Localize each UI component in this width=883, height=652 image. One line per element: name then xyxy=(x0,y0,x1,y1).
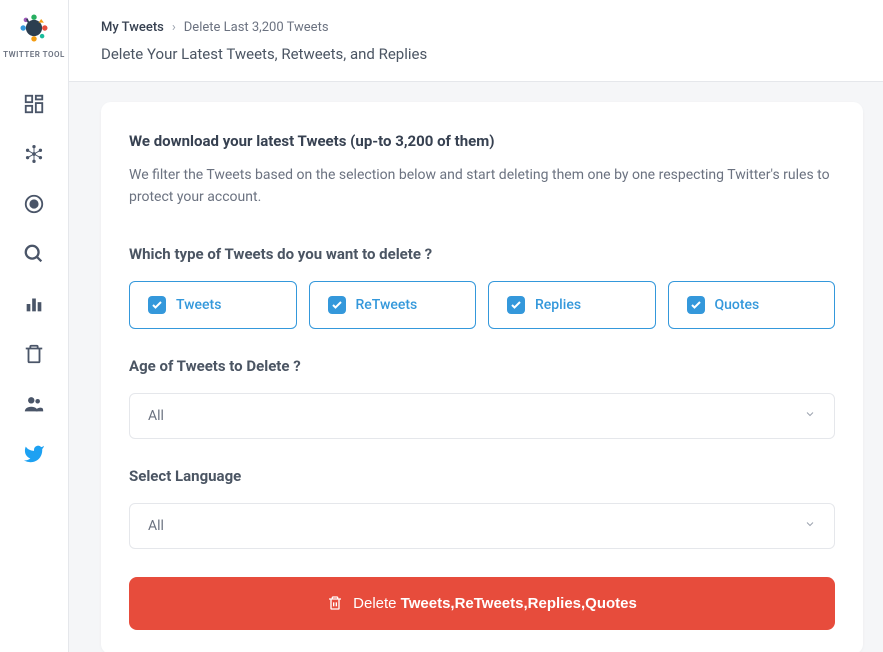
option-label: ReTweets xyxy=(356,297,418,313)
network-icon xyxy=(23,143,45,165)
trash-icon xyxy=(327,595,343,611)
option-label: Replies xyxy=(535,297,581,313)
age-select-value: All xyxy=(148,408,164,424)
tweet-type-label: Which type of Tweets do you want to dele… xyxy=(129,245,835,263)
nav-dashboard[interactable] xyxy=(0,79,68,129)
delete-button[interactable]: Delete Tweets,ReTweets,Replies,Quotes xyxy=(129,577,835,630)
sidebar: TWITTER TOOL xyxy=(0,0,68,652)
checkbox-checked-icon xyxy=(507,296,525,314)
language-label: Select Language xyxy=(129,467,835,485)
page-title: Delete Your Latest Tweets, Retweets, and… xyxy=(101,45,851,63)
age-label: Age of Tweets to Delete ? xyxy=(129,357,835,375)
option-replies[interactable]: Replies xyxy=(488,281,656,329)
logo[interactable]: TWITTER TOOL xyxy=(3,10,65,59)
checkbox-checked-icon xyxy=(328,296,346,314)
option-tweets[interactable]: Tweets xyxy=(129,281,297,329)
nav-network[interactable] xyxy=(0,129,68,179)
breadcrumb: My Tweets › Delete Last 3,200 Tweets xyxy=(101,20,851,35)
card-heading: We download your latest Tweets (up-to 3,… xyxy=(129,132,835,150)
twitter-icon xyxy=(23,443,45,465)
breadcrumb-current: Delete Last 3,200 Tweets xyxy=(184,20,329,35)
search-icon xyxy=(23,243,45,265)
nav-twitter[interactable] xyxy=(0,429,68,479)
main-content: My Tweets › Delete Last 3,200 Tweets Del… xyxy=(68,0,883,652)
trash-icon xyxy=(23,343,45,365)
language-select-value: All xyxy=(148,518,164,534)
users-icon xyxy=(23,393,45,415)
chevron-right-icon: › xyxy=(172,20,176,35)
breadcrumb-root[interactable]: My Tweets xyxy=(101,20,164,35)
nav-users[interactable] xyxy=(0,379,68,429)
delete-button-label: Delete Tweets,ReTweets,Replies,Quotes xyxy=(353,595,637,612)
dashboard-icon xyxy=(23,93,45,115)
nav-search[interactable] xyxy=(0,229,68,279)
checkbox-checked-icon xyxy=(687,296,705,314)
bar-chart-icon xyxy=(23,293,45,315)
tweet-type-options: Tweets ReTweets Replies xyxy=(129,281,835,329)
logo-text: TWITTER TOOL xyxy=(3,50,65,59)
option-label: Tweets xyxy=(176,297,221,313)
page-header: My Tweets › Delete Last 3,200 Tweets Del… xyxy=(69,0,883,82)
nav-delete[interactable] xyxy=(0,329,68,379)
checkbox-checked-icon xyxy=(148,296,166,314)
chevron-down-icon xyxy=(804,518,816,534)
option-label: Quotes xyxy=(715,297,760,313)
content-area: We download your latest Tweets (up-to 3,… xyxy=(69,82,883,652)
chevron-down-icon xyxy=(804,408,816,424)
option-retweets[interactable]: ReTweets xyxy=(309,281,477,329)
language-select[interactable]: All xyxy=(129,503,835,549)
target-icon xyxy=(23,193,45,215)
nav-target[interactable] xyxy=(0,179,68,229)
delete-card: We download your latest Tweets (up-to 3,… xyxy=(101,102,863,652)
nav-analytics[interactable] xyxy=(0,279,68,329)
logo-icon xyxy=(16,10,52,46)
card-description: We filter the Tweets based on the select… xyxy=(129,164,835,209)
option-quotes[interactable]: Quotes xyxy=(668,281,836,329)
age-select[interactable]: All xyxy=(129,393,835,439)
